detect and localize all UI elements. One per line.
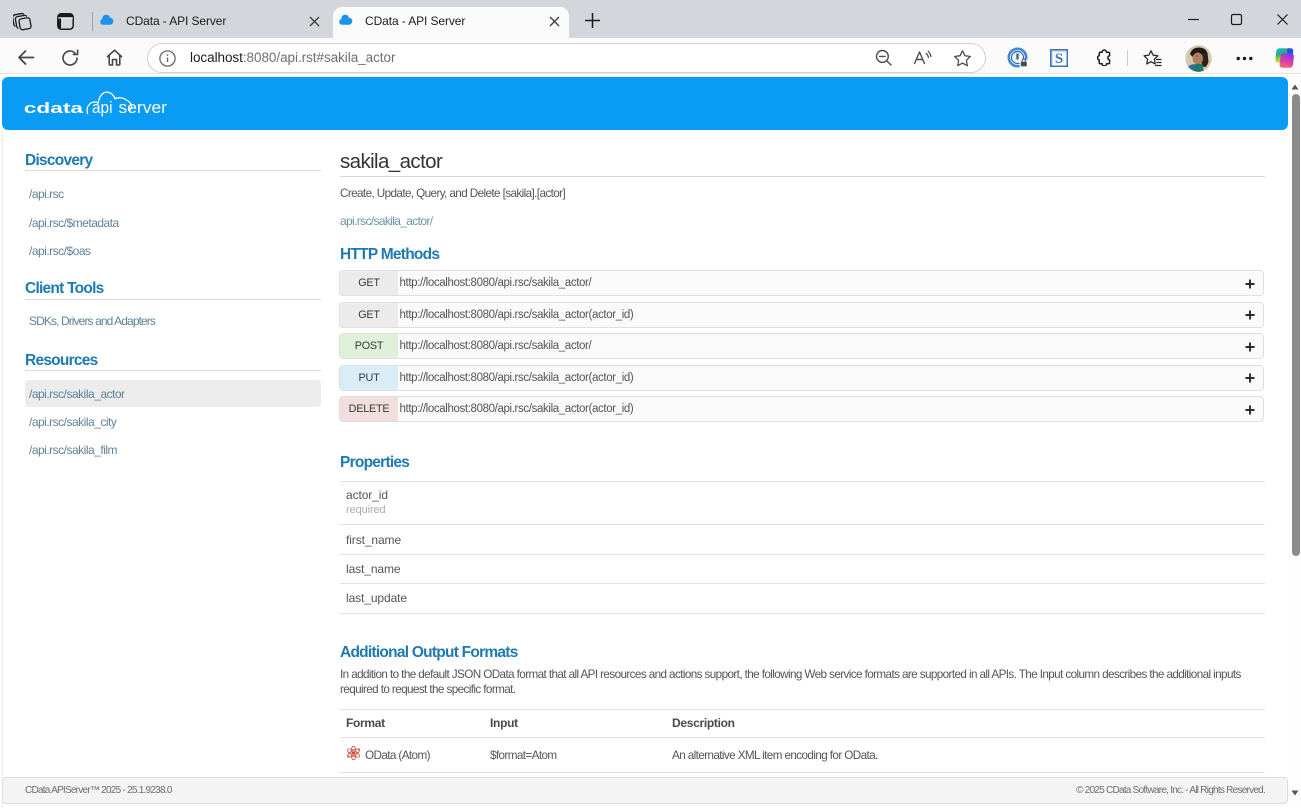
svg-text:server: server bbox=[119, 98, 168, 117]
svg-text:S: S bbox=[1055, 51, 1063, 67]
svg-text:api: api bbox=[92, 98, 113, 117]
svg-text:cdata: cdata bbox=[24, 100, 84, 117]
